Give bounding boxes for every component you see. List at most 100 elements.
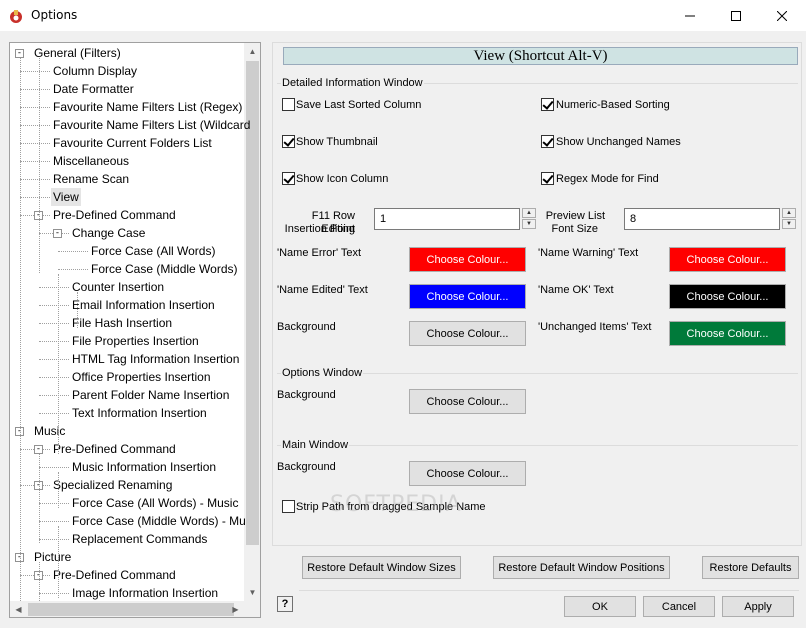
spin-down-icon[interactable]: ▼ bbox=[782, 219, 796, 229]
tree-item[interactable]: Force Case (Middle Words) - Mu bbox=[70, 512, 248, 530]
help-button[interactable]: ? bbox=[277, 596, 293, 612]
tree-item[interactable]: Replacement Commands bbox=[70, 530, 209, 548]
unchanged-items-colour-button[interactable]: Choose Colour... bbox=[669, 321, 786, 346]
options-background-colour-button[interactable]: Choose Colour... bbox=[409, 389, 526, 414]
restore-defaults-button[interactable]: Restore Defaults bbox=[702, 556, 799, 579]
tree-connector bbox=[20, 161, 50, 162]
background-colour-button[interactable]: Choose Colour... bbox=[409, 321, 526, 346]
tree-item[interactable]: Rename Scan bbox=[51, 170, 131, 188]
spin-down-icon[interactable]: ▼ bbox=[522, 219, 536, 229]
choose-colour-label: Choose Colour... bbox=[426, 327, 509, 340]
options-background-label: Background bbox=[277, 389, 336, 401]
tree-item[interactable]: Parent Folder Name Insertion bbox=[70, 386, 231, 404]
tree-item[interactable]: Email Information Insertion bbox=[70, 296, 217, 314]
preview-font-label-line1: Preview List bbox=[545, 210, 605, 222]
collapse-icon[interactable]: - bbox=[53, 229, 62, 238]
main-background-label: Background bbox=[277, 461, 336, 473]
name-warning-colour-button[interactable]: Choose Colour... bbox=[669, 247, 786, 272]
preview-font-label-line2: Font Size bbox=[551, 223, 598, 235]
preview-font-spinner[interactable]: ▲ ▼ bbox=[782, 208, 796, 230]
show-thumbnail-label: Show Thumbnail bbox=[296, 136, 378, 148]
choose-colour-label: Choose Colour... bbox=[426, 253, 509, 266]
cancel-button[interactable]: Cancel bbox=[643, 596, 715, 617]
name-ok-colour-button[interactable]: Choose Colour... bbox=[669, 284, 786, 309]
spin-up-icon[interactable]: ▲ bbox=[522, 208, 536, 218]
restore-window-positions-button[interactable]: Restore Default Window Positions bbox=[493, 556, 670, 579]
tree-item[interactable]: File Properties Insertion bbox=[70, 332, 201, 350]
tree-item[interactable]: HTML Tag Information Insertion bbox=[70, 350, 241, 368]
background-label: Background bbox=[277, 321, 336, 333]
ok-button[interactable]: OK bbox=[564, 596, 636, 617]
tree-item[interactable]: View bbox=[51, 188, 81, 206]
show-unchanged-checkbox[interactable] bbox=[541, 135, 554, 148]
tree-connector bbox=[58, 251, 88, 252]
tree-item[interactable]: Favourite Current Folders List bbox=[51, 134, 214, 152]
watermark: SOFTPEDIA bbox=[330, 492, 462, 517]
numeric-sorting-checkbox[interactable] bbox=[541, 98, 554, 111]
scroll-up-icon[interactable]: ▲ bbox=[244, 43, 260, 60]
tree-item[interactable]: Office Properties Insertion bbox=[70, 368, 213, 386]
tree-item[interactable]: Specialized Renaming bbox=[51, 476, 174, 494]
tree-connector bbox=[58, 472, 59, 508]
scroll-left-icon[interactable]: ◀ bbox=[10, 601, 27, 617]
name-error-colour-button[interactable]: Choose Colour... bbox=[409, 247, 526, 272]
close-button[interactable] bbox=[759, 0, 805, 31]
maximize-button[interactable] bbox=[713, 0, 759, 31]
tree-item[interactable]: Music bbox=[32, 422, 67, 440]
regex-mode-label: Regex Mode for Find bbox=[556, 173, 659, 185]
spin-up-icon[interactable]: ▲ bbox=[782, 208, 796, 218]
tree-item[interactable]: Image Information Insertion bbox=[70, 584, 220, 602]
choose-colour-label: Choose Colour... bbox=[686, 327, 769, 340]
tree-item[interactable]: Pre-Defined Command bbox=[51, 440, 178, 458]
tree-item[interactable]: File Hash Insertion bbox=[70, 314, 174, 332]
tree-horizontal-scroll-thumb[interactable] bbox=[28, 603, 234, 616]
regex-mode-checkbox[interactable] bbox=[541, 172, 554, 185]
restore-window-sizes-button[interactable]: Restore Default Window Sizes bbox=[302, 556, 461, 579]
tree-connector bbox=[20, 197, 50, 198]
options-tree[interactable]: ▲ ▼ ◀ ▶ - General (Filters) Column Display… bbox=[9, 42, 261, 618]
tree-item[interactable]: Favourite Name Filters List (Regex) bbox=[51, 98, 244, 116]
tree-item[interactable]: Music Information Insertion bbox=[70, 458, 218, 476]
tree-item[interactable]: Pre-Defined Command bbox=[51, 206, 178, 224]
tree-connector bbox=[39, 323, 69, 324]
tree-item[interactable]: General (Filters) bbox=[32, 44, 123, 62]
unchanged-items-label: 'Unchanged Items' Text bbox=[538, 321, 652, 333]
tree-connector bbox=[20, 125, 50, 126]
tree-item[interactable]: Date Formatter bbox=[51, 80, 136, 98]
name-edited-colour-button[interactable]: Choose Colour... bbox=[409, 284, 526, 309]
tree-item[interactable]: Pre-Defined Command bbox=[51, 566, 178, 584]
collapse-icon[interactable]: - bbox=[15, 49, 24, 58]
tree-connector bbox=[20, 143, 50, 144]
tree-item[interactable]: Column Display bbox=[51, 62, 139, 80]
tree-item[interactable]: Force Case (All Words) bbox=[89, 242, 217, 260]
tree-item[interactable]: Favourite Name Filters List (Wildcard bbox=[51, 116, 252, 134]
collapse-icon[interactable]: - bbox=[34, 445, 43, 454]
tree-connector bbox=[39, 454, 40, 543]
tree-connector bbox=[20, 58, 21, 601]
title-bar: Options bbox=[0, 0, 806, 31]
tree-item[interactable]: Miscellaneous bbox=[51, 152, 131, 170]
tree-connector bbox=[58, 274, 59, 454]
show-icon-column-checkbox[interactable] bbox=[282, 172, 295, 185]
f11-insertion-point-input[interactable]: 1 bbox=[374, 208, 520, 230]
show-thumbnail-checkbox[interactable] bbox=[282, 135, 295, 148]
f11-spinner[interactable]: ▲ ▼ bbox=[522, 208, 536, 230]
tree-item[interactable]: Counter Insertion bbox=[70, 278, 166, 296]
tree-item[interactable]: Change Case bbox=[70, 224, 147, 242]
footer-divider bbox=[299, 590, 799, 591]
tree-connector bbox=[58, 269, 88, 270]
tree-item[interactable]: Force Case (All Words) - Music bbox=[70, 494, 240, 512]
preview-font-size-input[interactable]: 8 bbox=[624, 208, 780, 230]
close-icon bbox=[777, 10, 787, 21]
save-last-sorted-checkbox[interactable] bbox=[282, 98, 295, 111]
name-ok-label: 'Name OK' Text bbox=[538, 284, 614, 296]
scroll-right-icon[interactable]: ▶ bbox=[227, 601, 244, 617]
strip-path-checkbox[interactable] bbox=[282, 500, 295, 513]
scroll-down-icon[interactable]: ▼ bbox=[244, 584, 260, 601]
tree-item[interactable]: Text Information Insertion bbox=[70, 404, 209, 422]
apply-button[interactable]: Apply bbox=[722, 596, 794, 617]
tree-item[interactable]: Force Case (Middle Words) bbox=[89, 260, 239, 278]
minimize-button[interactable] bbox=[667, 0, 713, 31]
tree-connector bbox=[39, 413, 69, 414]
main-background-colour-button[interactable]: Choose Colour... bbox=[409, 461, 526, 486]
